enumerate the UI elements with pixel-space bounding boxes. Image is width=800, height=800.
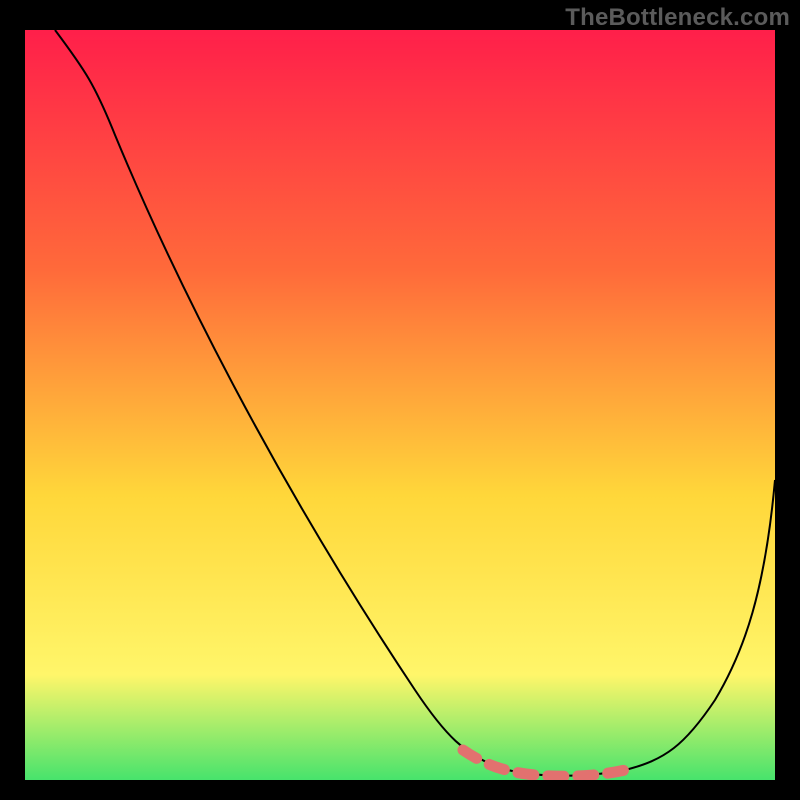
bottleneck-plot [25, 30, 775, 780]
watermark-text: TheBottleneck.com [565, 4, 790, 32]
chart-frame: TheBottleneck.com [0, 0, 800, 800]
